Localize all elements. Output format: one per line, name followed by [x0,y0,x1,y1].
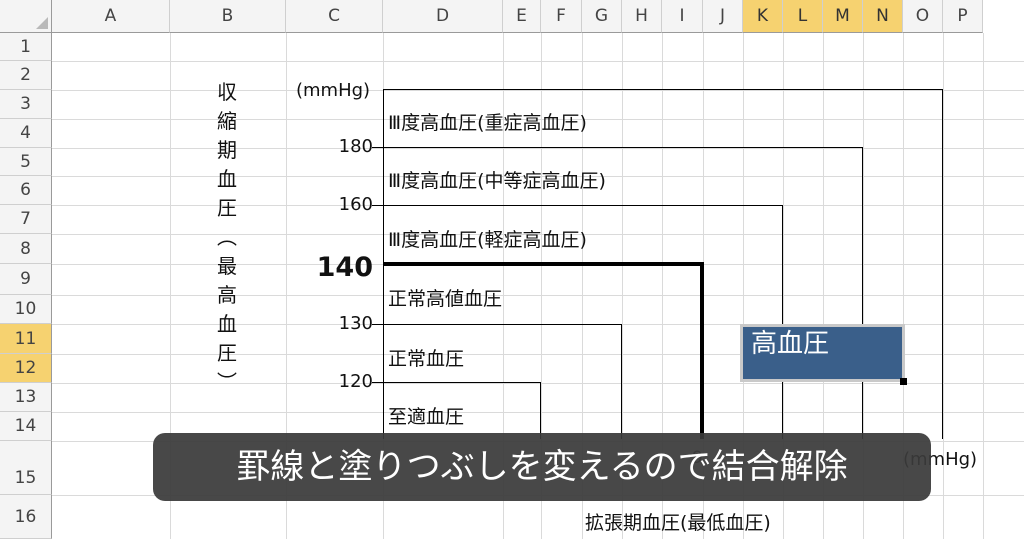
category-label: 正常高値血圧 [388,288,503,310]
row-header-11[interactable]: 11 [0,324,52,354]
gridline-horizontal [52,148,1024,149]
y-axis-label-char: 圧 [217,341,237,365]
y-axis-label-char: ︵ [217,225,237,249]
y-axis-label-char: 圧 [217,196,237,220]
row-header-2[interactable]: 2 [0,61,52,90]
column-header-c[interactable]: C [286,0,383,33]
column-header-h[interactable]: H [622,0,662,33]
column-header-n[interactable]: N [863,0,903,33]
select-all-corner[interactable] [0,0,52,33]
row-header-8[interactable]: 8 [0,234,52,264]
gridline-horizontal [52,295,1024,296]
y-tick-180: 180 [338,136,373,157]
column-header-b[interactable]: B [170,0,286,33]
column-header-l[interactable]: L [783,0,823,33]
row-header-4[interactable]: 4 [0,119,52,148]
column-header-i[interactable]: I [662,0,703,33]
column-header-d[interactable]: D [383,0,503,33]
row-header-7[interactable]: 7 [0,205,52,234]
y-tick-140: 140 [316,252,373,283]
gridline-vertical [983,33,984,539]
gridline-horizontal [52,90,1024,91]
category-label: Ⅲ度高血圧(軽症高血圧) [388,229,587,251]
y-tick-130: 130 [338,313,373,334]
row-header-3[interactable]: 3 [0,90,52,119]
y-axis-label-char: 高 [217,283,237,307]
column-header-g[interactable]: G [582,0,622,33]
row-header-14[interactable]: 14 [0,412,52,441]
column-header-a[interactable]: A [52,0,170,33]
row-header-1[interactable]: 1 [0,33,52,61]
column-header-o[interactable]: O [903,0,943,33]
hypertension-shape[interactable]: 高血圧 [740,324,905,382]
y-axis-label-char: 期 [217,138,237,162]
corner-triangle-icon [36,17,48,29]
gridline-horizontal [52,383,1024,384]
gridline-horizontal [52,412,1024,413]
column-header-e[interactable]: E [503,0,541,33]
gridline-horizontal [52,61,1024,62]
resize-handle[interactable] [900,378,907,385]
y-axis-label-char: 縮 [217,109,237,133]
y-axis-label: 収縮期血圧 ︵ 最高血圧 ︶ [212,78,242,397]
y-tick-120: 120 [338,371,373,392]
row-header-6[interactable]: 6 [0,176,52,205]
row-header-12[interactable]: 12 [0,354,52,383]
row-header-16[interactable]: 16 [0,495,52,539]
row-header-9[interactable]: 9 [0,264,52,295]
category-label: 正常血圧 [388,348,465,370]
row-header-5[interactable]: 5 [0,148,52,176]
category-label: Ⅲ度高血圧(中等症高血圧) [388,170,606,192]
row-header-13[interactable]: 13 [0,383,52,412]
y-axis-label-char: 血 [217,167,237,191]
caption-overlay: 罫線と塗りつぶしを変えるので結合解除 [153,433,931,501]
column-header-f[interactable]: F [541,0,582,33]
y-axis-label-char: 血 [217,312,237,336]
y-tick-160: 160 [338,194,373,215]
category-label: Ⅲ度高血圧(重症高血圧) [388,112,587,134]
column-header-p[interactable]: P [943,0,983,33]
y-axis-label-char: 最 [217,254,237,278]
row-header-15[interactable]: 15 [0,441,52,495]
column-header-m[interactable]: M [823,0,863,33]
y-axis-label-char: ︶ [217,370,237,394]
category-label: 至適血圧 [388,406,465,428]
column-header-k[interactable]: K [743,0,783,33]
row-header-10[interactable]: 10 [0,295,52,324]
y-axis-label-char: 収 [217,80,237,104]
x-axis-label: 拡張期血圧(最低血圧) [585,512,771,534]
column-header-j[interactable]: J [703,0,743,33]
y-axis-unit: (mmHg) [296,80,371,101]
shape-label: 高血圧 [751,329,830,359]
